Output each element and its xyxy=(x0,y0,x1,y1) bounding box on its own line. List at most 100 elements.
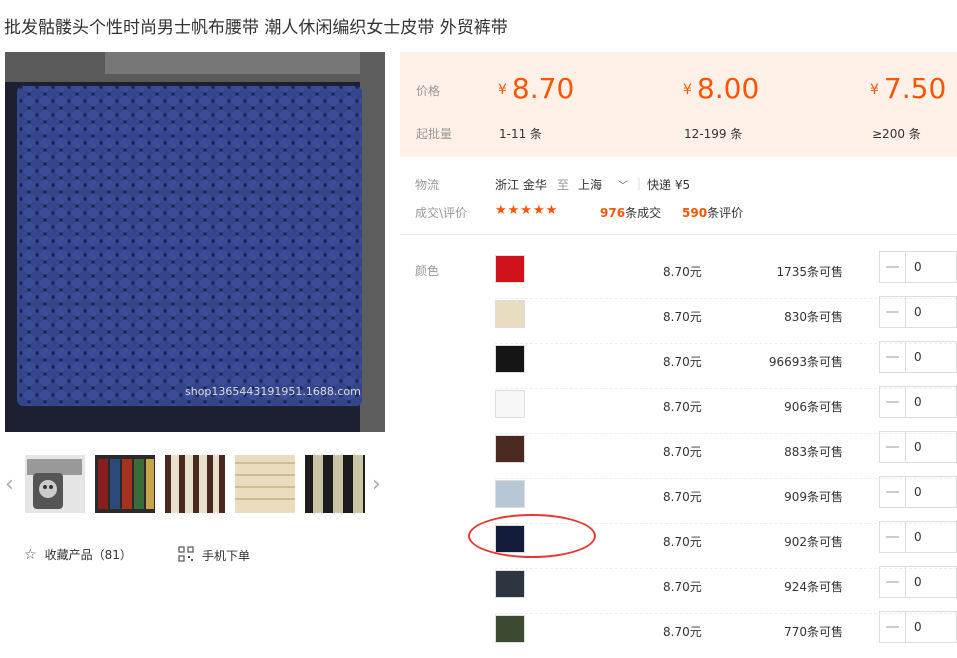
sku-price: 8.70元 xyxy=(663,445,702,459)
mobile-order[interactable]: 手机下单 xyxy=(178,546,250,565)
minus-button[interactable]: — xyxy=(880,477,906,507)
minus-button[interactable]: — xyxy=(880,522,906,552)
quantity-stepper: — xyxy=(879,566,957,598)
quantity-stepper: — xyxy=(879,611,957,643)
ship-to-word: 至 xyxy=(557,178,570,192)
thumb-prev-arrow[interactable]: ‹ xyxy=(5,472,14,497)
color-swatch[interactable] xyxy=(495,480,525,508)
logistics-label: 物流 xyxy=(415,178,440,192)
tier-price: 8.70 xyxy=(511,72,575,105)
review-count-link[interactable]: 590条评价 xyxy=(682,204,743,221)
separator: | xyxy=(637,176,642,190)
minus-button[interactable]: — xyxy=(880,612,906,642)
quantity-input[interactable] xyxy=(906,387,956,417)
color-swatch[interactable] xyxy=(495,570,525,598)
qr-code-icon xyxy=(178,546,194,565)
minus-button[interactable]: — xyxy=(880,342,906,372)
color-swatch[interactable] xyxy=(495,255,525,283)
thumb-next-arrow[interactable]: › xyxy=(372,472,381,497)
sku-price: 8.70元 xyxy=(663,265,702,279)
mobile-order-label: 手机下单 xyxy=(202,549,251,563)
product-title: 批发骷髅头个性时尚男士帆布腰带 潮人休闲编织女士皮带 外贸裤带 xyxy=(4,18,508,38)
color-swatch[interactable] xyxy=(495,390,525,418)
sku-row: 8.70元 1735条可售 — xyxy=(495,251,957,299)
batch-label: 起批量 xyxy=(416,127,453,141)
color-swatch[interactable] xyxy=(495,345,525,373)
sku-price: 8.70元 xyxy=(663,535,702,549)
image-watermark: shop1365443191951.1688.com xyxy=(185,385,361,398)
deals-label: 成交\评价 xyxy=(415,206,468,220)
price-tier-2: ¥8.00 xyxy=(683,72,759,105)
currency-symbol: ¥ xyxy=(870,82,879,98)
quantity-input[interactable] xyxy=(906,612,956,642)
sku-stock: 770条可售 xyxy=(784,625,843,639)
minus-button[interactable]: — xyxy=(880,387,906,417)
quantity-stepper: — xyxy=(879,341,957,373)
sku-row: 8.70元 830条可售 — xyxy=(495,296,957,344)
main-product-image: shop1365443191951.1688.com xyxy=(5,52,385,432)
destination-select[interactable]: 上海 ﹀ xyxy=(578,176,628,193)
minus-button[interactable]: — xyxy=(880,567,906,597)
price-label: 价格 xyxy=(416,84,441,98)
currency-symbol: ¥ xyxy=(683,82,692,98)
tier-qty: 1-11 条 xyxy=(499,127,543,141)
quantity-input[interactable] xyxy=(906,432,956,462)
sku-stock: 1735条可售 xyxy=(776,265,843,279)
review-count: 590 xyxy=(682,206,708,220)
quantity-input[interactable] xyxy=(906,477,956,507)
sku-price: 8.70元 xyxy=(663,355,702,369)
sku-row: 8.70元 96693条可售 — xyxy=(495,341,957,389)
quantity-stepper: — xyxy=(879,386,957,418)
sku-price: 8.70元 xyxy=(663,310,702,324)
thumbnail-4[interactable] xyxy=(235,455,295,513)
quantity-input[interactable] xyxy=(906,252,956,282)
chevron-down-icon: ﹀ xyxy=(617,181,628,192)
quantity-input[interactable] xyxy=(906,342,956,372)
favorite-label: 收藏产品（81） xyxy=(44,548,132,562)
deal-count-link[interactable]: 976条成交 xyxy=(600,204,661,221)
sku-stock: 96693条可售 xyxy=(768,355,843,369)
review-unit: 条评价 xyxy=(707,206,744,220)
sku-price: 8.70元 xyxy=(663,580,702,594)
sku-stock: 906条可售 xyxy=(784,400,843,414)
sku-row: 8.70元 906条可售 — xyxy=(495,386,957,434)
tier-price: 7.50 xyxy=(883,72,947,105)
favorite-product[interactable]: ☆ 收藏产品（81） xyxy=(24,546,132,563)
sku-stock: 909条可售 xyxy=(784,490,843,504)
shipping-fee: 快递 ¥5 xyxy=(647,178,691,192)
color-swatch[interactable] xyxy=(495,615,525,643)
quantity-input[interactable] xyxy=(906,522,956,552)
tier-qty: ≥200 条 xyxy=(872,127,921,141)
sku-stock: 924条可售 xyxy=(784,580,843,594)
color-swatch[interactable] xyxy=(495,300,525,328)
quantity-stepper: — xyxy=(879,251,957,283)
quantity-stepper: — xyxy=(879,476,957,508)
quantity-stepper: — xyxy=(879,296,957,328)
quantity-stepper: — xyxy=(879,521,957,553)
quantity-stepper: — xyxy=(879,431,957,463)
thumbnail-5[interactable] xyxy=(305,455,365,513)
thumbnail-2[interactable] xyxy=(95,455,155,513)
highlight-annotation xyxy=(468,514,596,558)
currency-symbol: ¥ xyxy=(498,82,507,98)
thumbnail-1[interactable] xyxy=(25,455,85,513)
star-outline-icon: ☆ xyxy=(24,546,37,563)
color-label: 颜色 xyxy=(415,264,440,278)
sku-stock: 883条可售 xyxy=(784,445,843,459)
section-divider xyxy=(400,234,957,235)
minus-button[interactable]: — xyxy=(880,297,906,327)
sku-row: 8.70元 924条可售 — xyxy=(495,566,957,614)
rating-stars-icon: ★★★★★ xyxy=(495,203,559,218)
price-tier-3: ¥7.50 xyxy=(870,72,946,105)
sku-stock: 902条可售 xyxy=(784,535,843,549)
thumbnail-3[interactable] xyxy=(165,455,225,513)
color-swatch[interactable] xyxy=(495,435,525,463)
tier-qty: 12-199 条 xyxy=(684,127,743,141)
quantity-input[interactable] xyxy=(906,567,956,597)
price-panel: 价格 起批量 ¥8.70 1-11 条 ¥8.00 12-199 条 ¥7.50… xyxy=(400,52,957,157)
minus-button[interactable]: — xyxy=(880,432,906,462)
price-tier-1: ¥8.70 xyxy=(498,72,574,105)
sku-row: 8.70元 770条可售 — xyxy=(495,611,957,658)
quantity-input[interactable] xyxy=(906,297,956,327)
minus-button[interactable]: — xyxy=(880,252,906,282)
